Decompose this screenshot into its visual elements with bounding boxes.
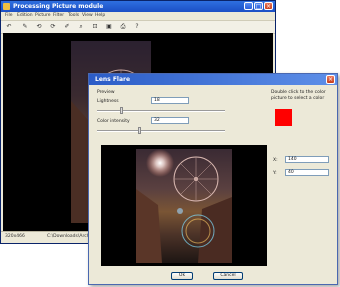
undo-icon[interactable]: ↶: [5, 23, 13, 31]
menu-filter[interactable]: Filter: [53, 13, 64, 18]
dialog-title-bar[interactable]: Lens Flare ×: [89, 74, 337, 85]
lightness-slider-thumb[interactable]: [120, 107, 124, 114]
x-coordinate-input[interactable]: 140: [285, 156, 329, 163]
color-swatch[interactable]: [275, 109, 292, 126]
save-icon[interactable]: ▣: [105, 23, 113, 31]
app-icon: [3, 3, 10, 10]
intensity-slider-track[interactable]: [97, 130, 225, 132]
menu-tools[interactable]: Tools: [68, 13, 79, 18]
image-size-text: 320x466: [5, 234, 25, 239]
help-icon[interactable]: ?: [133, 23, 141, 31]
y-coordinate-input[interactable]: 40: [285, 169, 329, 176]
intensity-input[interactable]: 32: [151, 117, 189, 124]
menu-bar: File Edition Picture Filter Tools View H…: [1, 12, 275, 20]
rotate-left-icon[interactable]: ⟲: [35, 23, 43, 31]
menu-file[interactable]: File: [5, 13, 13, 18]
preview-canvas[interactable]: [101, 145, 267, 266]
rotate-right-icon[interactable]: ⟳: [49, 23, 57, 31]
zoom-icon[interactable]: ⌕: [77, 23, 85, 31]
x-label: X:: [273, 158, 278, 163]
minimize-icon[interactable]: _: [244, 2, 253, 10]
print-icon[interactable]: ⎙: [119, 23, 127, 31]
dialog-title: Lens Flare: [95, 76, 131, 83]
menu-view[interactable]: View: [82, 13, 93, 18]
preview-label: Preview: [97, 90, 115, 95]
main-title-bar[interactable]: Processing Picture module _ □ ×: [1, 1, 275, 12]
lightness-input[interactable]: 18: [151, 97, 189, 104]
close-icon[interactable]: ×: [326, 75, 335, 84]
intensity-slider-thumb[interactable]: [137, 127, 141, 134]
lightness-label: Lightness: [97, 99, 119, 104]
ok-button[interactable]: Ok: [171, 272, 193, 280]
brush-icon[interactable]: ✐: [63, 23, 71, 31]
menu-picture[interactable]: Picture: [35, 13, 50, 18]
y-label: Y:: [273, 171, 277, 176]
color-hint-text: Double click to the color picture to sel…: [271, 90, 326, 101]
window-title: Processing Picture module: [13, 3, 104, 10]
close-icon[interactable]: ×: [264, 2, 273, 10]
menu-edition[interactable]: Edition: [17, 13, 33, 18]
menu-help[interactable]: Help: [95, 13, 105, 18]
cancel-button[interactable]: Cancel: [213, 272, 243, 280]
crop-icon[interactable]: ⊡: [91, 23, 99, 31]
maximize-icon[interactable]: □: [254, 2, 263, 10]
toolbar: ↶ ✎ ⟲ ⟳ ✐ ⌕ ⊡ ▣ ⎙ ?: [1, 20, 275, 34]
lens-flare-dialog: Lens Flare × Preview Lightness 18 Color …: [88, 73, 338, 285]
lightness-slider-track[interactable]: [97, 110, 225, 112]
preview-photo-image: [136, 149, 232, 263]
intensity-label: Color intensity: [97, 119, 130, 124]
wand-icon[interactable]: ✎: [21, 23, 29, 31]
